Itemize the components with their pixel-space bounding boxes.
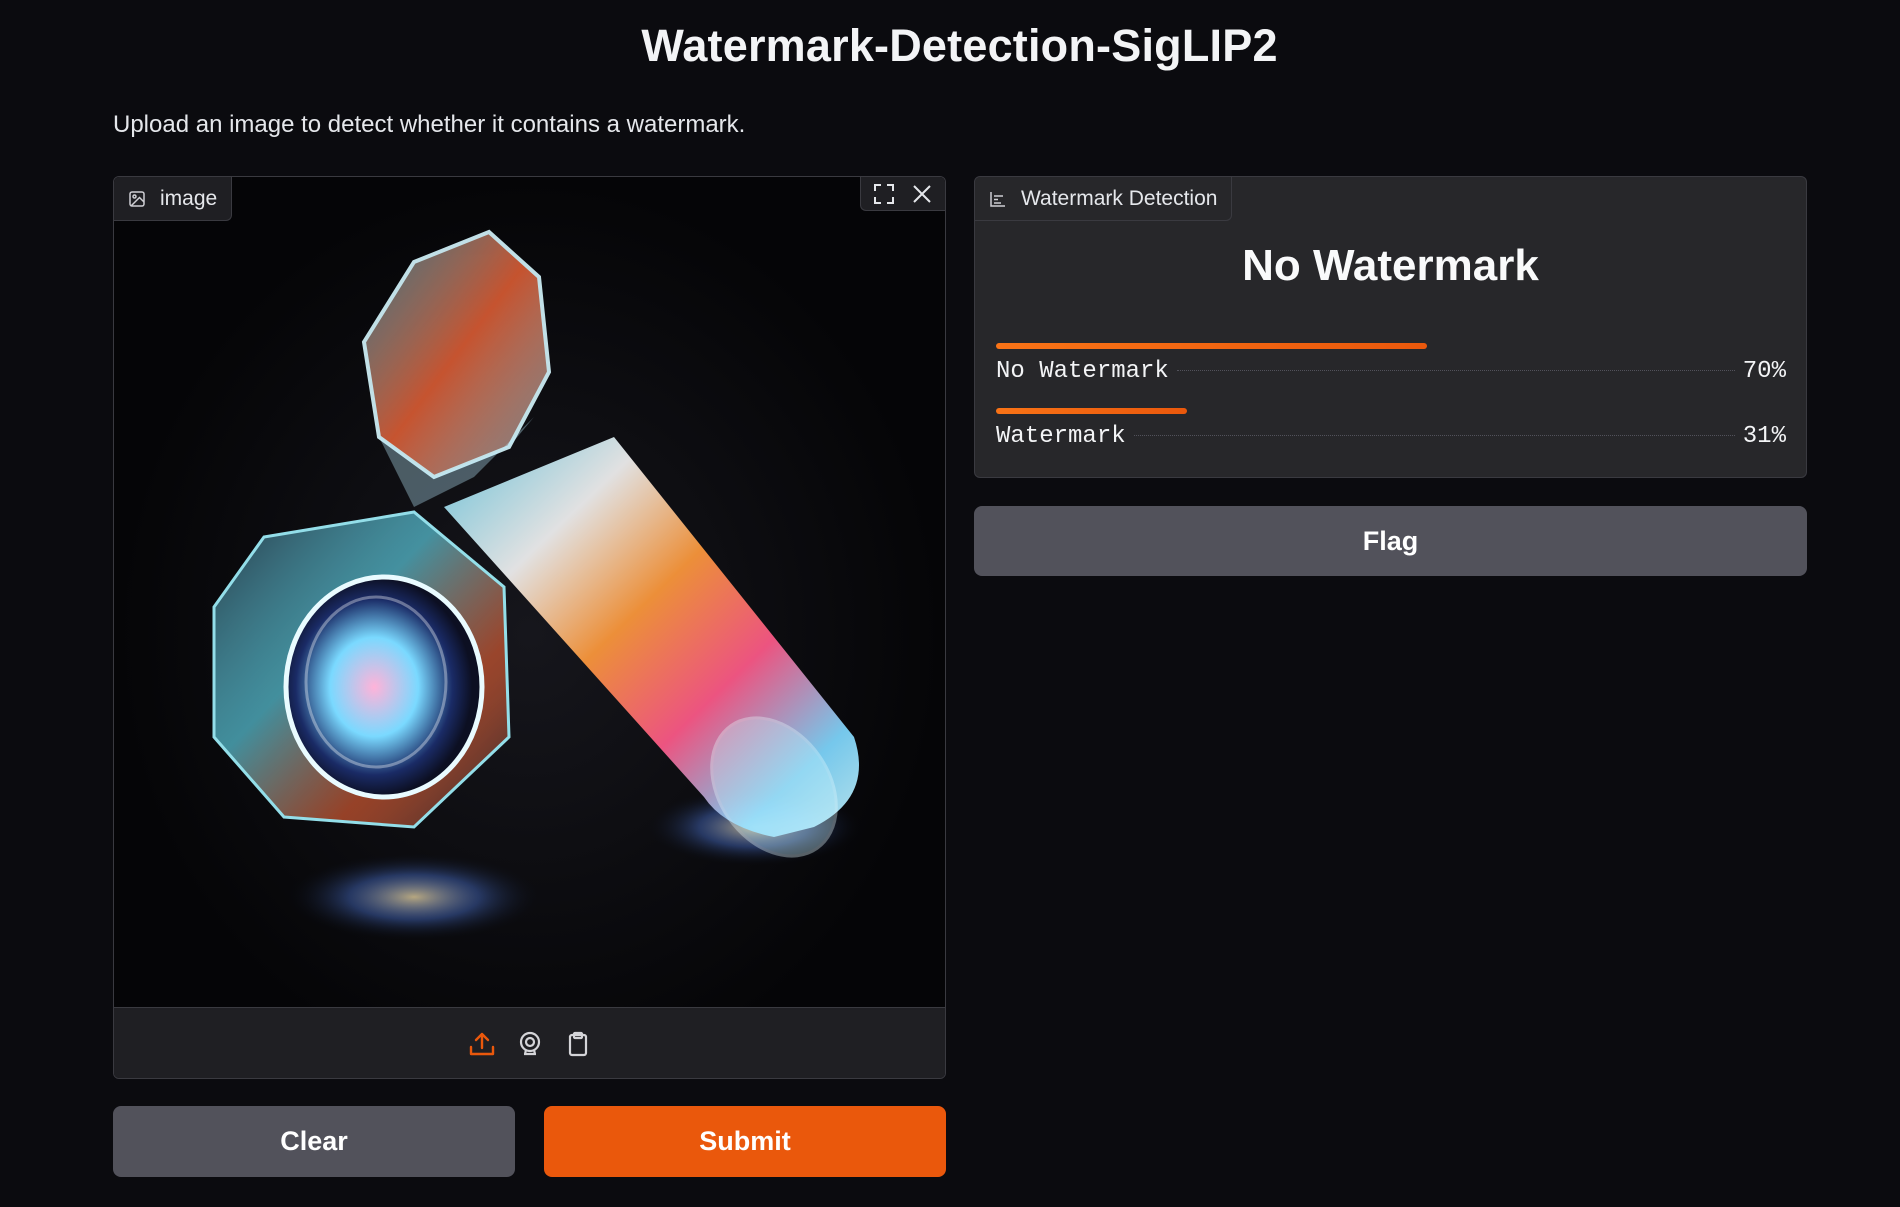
confidence-dots	[1176, 370, 1735, 371]
image-input-label: image	[114, 177, 233, 221]
confidence-value: 31%	[1742, 423, 1786, 450]
image-input-label-text: image	[160, 186, 218, 210]
confidence-dots	[1133, 435, 1735, 436]
output-label-text: Watermark Detection	[1021, 186, 1218, 210]
flag-button[interactable]: Flag	[974, 506, 1807, 576]
clipboard-icon[interactable]	[561, 1027, 595, 1061]
confidence-row: Watermark 31%	[996, 408, 1786, 450]
clear-button[interactable]: Clear	[113, 1106, 515, 1177]
watermark-detection-panel: Watermark Detection No Watermark No Wate…	[974, 176, 1807, 478]
close-icon[interactable]	[905, 177, 939, 211]
confidence-value: 70%	[1742, 358, 1786, 385]
image-toolbar	[860, 177, 945, 211]
page-description: Upload an image to detect whether it con…	[113, 111, 746, 138]
fullscreen-icon[interactable]	[867, 177, 901, 211]
page-title: Watermark-Detection-SigLIP2	[641, 20, 1278, 71]
image-icon	[128, 190, 146, 208]
bar-chart-icon	[989, 190, 1007, 208]
confidence-row: No Watermark 70%	[996, 343, 1786, 385]
image-source-bar	[114, 1007, 945, 1078]
confidence-bar	[996, 408, 1188, 414]
webcam-icon[interactable]	[513, 1027, 547, 1061]
submit-button[interactable]: Submit	[544, 1106, 946, 1177]
confidence-label: Watermark	[996, 423, 1126, 450]
confidence-label: No Watermark	[996, 358, 1169, 385]
image-input-panel: image	[113, 176, 946, 1079]
output-label: Watermark Detection	[975, 177, 1233, 221]
confidence-bar	[996, 343, 1428, 349]
uploaded-image[interactable]	[114, 177, 945, 1007]
image-preview	[212, 229, 864, 942]
predicted-label: No Watermark	[1242, 241, 1539, 290]
upload-icon[interactable]	[465, 1027, 499, 1061]
